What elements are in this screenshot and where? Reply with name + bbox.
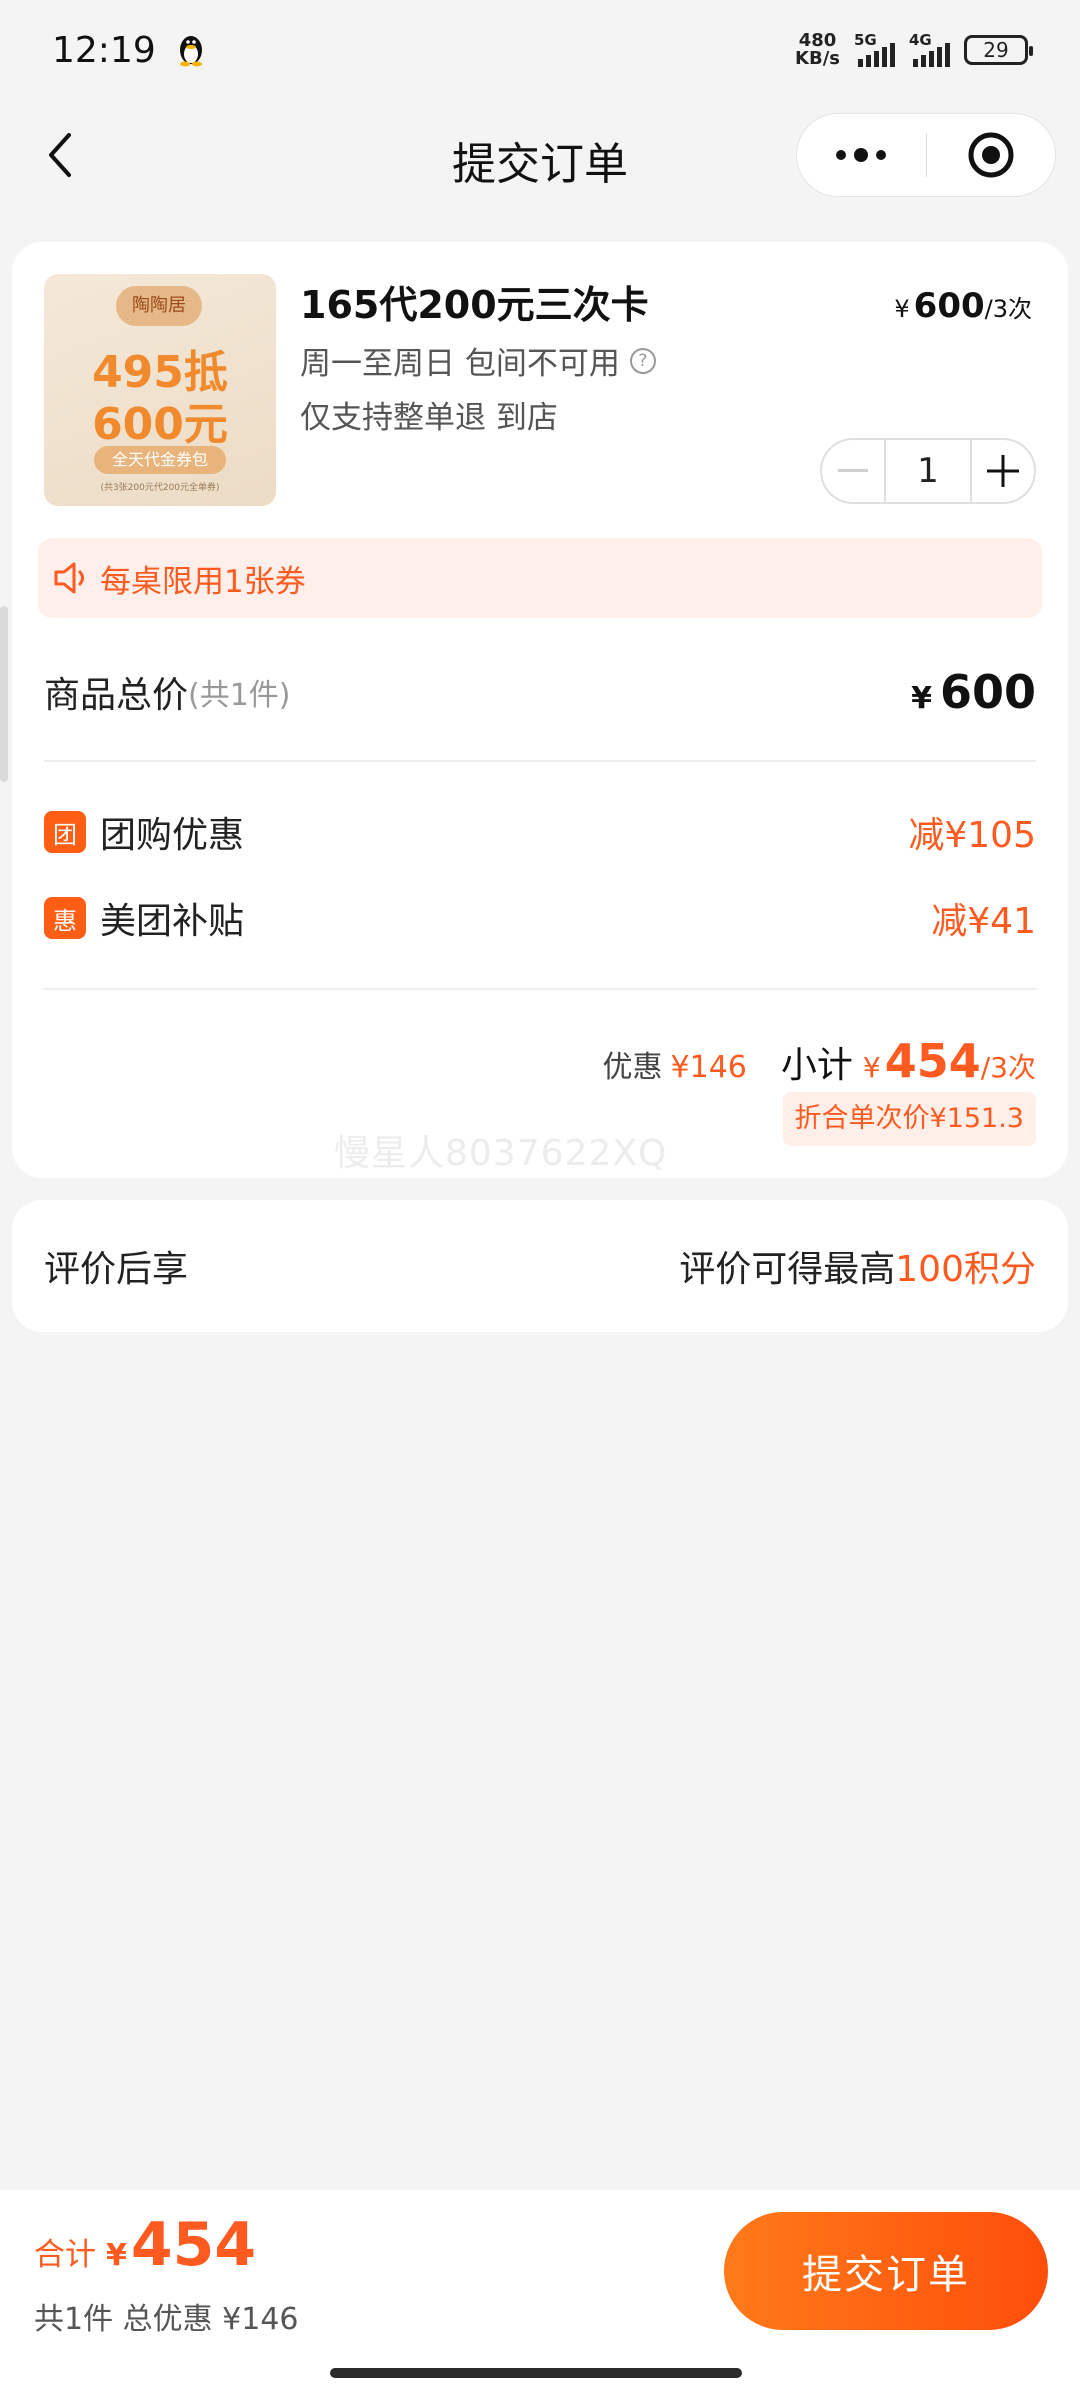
target-circle-icon bbox=[968, 132, 1014, 178]
speaker-icon bbox=[54, 562, 84, 594]
more-dots-icon bbox=[836, 148, 887, 162]
unit-price-value: 600 bbox=[913, 286, 985, 326]
discount-row: 惠 美团补贴 减¥41 bbox=[44, 888, 1036, 948]
savings-label: 优惠 bbox=[602, 1050, 663, 1085]
product-image[interactable]: 陶陶居 495抵 600元 全天代金券包 (共3张200元代200元全单券) bbox=[44, 274, 276, 506]
subtotal-line: 优惠 ¥146 小计 ¥ 454 /3次 bbox=[603, 1034, 1036, 1088]
order-card: 陶陶居 495抵 600元 全天代金券包 (共3张200元代200元全单券) 1… bbox=[12, 242, 1068, 1178]
unit-price-suffix: /3次 bbox=[984, 295, 1032, 323]
goods-total-count: (共1件) bbox=[188, 678, 291, 713]
user-watermark: 慢星人8037622XQ bbox=[334, 1133, 668, 1174]
total-sum: 合计 ¥ 454 bbox=[34, 2210, 256, 2280]
total-sum-currency: ¥ bbox=[106, 2238, 127, 2273]
qq-penguin-icon bbox=[179, 36, 202, 67]
product-usage-text: 周一至周日 包间不可用 bbox=[300, 346, 620, 382]
group-buy-badge-icon: 团 bbox=[44, 811, 86, 853]
decrease-quantity-button[interactable] bbox=[822, 440, 884, 502]
discount-amount: 减¥105 bbox=[908, 815, 1036, 856]
product-image-line2: 600元 bbox=[92, 399, 228, 450]
subtotal-value: 454 bbox=[884, 1034, 981, 1088]
network-speed: 480 KB/s bbox=[795, 32, 840, 68]
product-image-pill: 全天代金券包 bbox=[94, 446, 226, 474]
divider bbox=[44, 988, 1036, 990]
minus-icon bbox=[838, 469, 868, 472]
total-sum-label: 合计 bbox=[34, 2237, 96, 2273]
product-usage-rule: 周一至周日 包间不可用 ? bbox=[300, 338, 656, 383]
total-detail: 共1件 总优惠 ¥146 bbox=[34, 2302, 299, 2337]
status-bar: 12:19 480 KB/s 5G 4G 29 bbox=[0, 0, 1080, 100]
review-reward-prefix: 评价可得最高 bbox=[679, 1249, 896, 1290]
savings-value: ¥146 bbox=[670, 1050, 747, 1085]
subsidy-badge-icon: 惠 bbox=[44, 897, 86, 939]
unit-price-currency: ¥ bbox=[894, 295, 910, 323]
subtotal-label: 小计 bbox=[780, 1045, 853, 1086]
signal-4g-icon: 4G bbox=[909, 31, 950, 67]
product-image-fine-print: (共3张200元代200元全单券) bbox=[100, 483, 220, 493]
mini-program-capsule bbox=[796, 113, 1056, 197]
home-indicator[interactable] bbox=[330, 2368, 742, 2378]
subtotal-currency: ¥ bbox=[862, 1051, 881, 1084]
subtotal-unit: /3次 bbox=[980, 1051, 1036, 1084]
close-mini-program-button[interactable] bbox=[927, 114, 1056, 196]
battery-icon: 29 bbox=[964, 35, 1033, 65]
notice-text: 每桌限用1张券 bbox=[100, 563, 306, 600]
goods-total-currency: ¥ bbox=[911, 681, 932, 716]
battery-level: 29 bbox=[983, 38, 1009, 62]
plus-icon bbox=[987, 455, 1019, 487]
signal-4g-label: 4G bbox=[909, 31, 932, 49]
divider bbox=[44, 760, 1036, 762]
discount-label: 美团补贴 bbox=[100, 901, 245, 942]
coupon-limit-notice: 每桌限用1张券 bbox=[38, 538, 1042, 618]
review-reward-text: 评价可得最高100积分 bbox=[679, 1240, 1036, 1292]
discount-amount: 减¥41 bbox=[931, 901, 1036, 942]
network-speed-unit: KB/s bbox=[795, 48, 840, 69]
goods-total-row: 商品总价 (共1件) ¥600 bbox=[44, 662, 1036, 722]
status-time: 12:19 bbox=[52, 29, 156, 71]
signal-5g-icon: 5G bbox=[854, 31, 895, 67]
quantity-stepper: 1 bbox=[820, 438, 1036, 504]
status-right: 480 KB/s 5G 4G 29 bbox=[795, 31, 1033, 68]
unit-price: ¥600/3次 bbox=[894, 286, 1032, 326]
review-label: 评价后享 bbox=[44, 1249, 189, 1290]
goods-total-label: 商品总价 bbox=[44, 675, 189, 716]
review-points: 100积分 bbox=[895, 1249, 1036, 1290]
discount-label: 团购优惠 bbox=[100, 815, 245, 856]
question-help-icon[interactable]: ? bbox=[629, 347, 656, 374]
more-button[interactable] bbox=[797, 114, 926, 196]
submit-order-button[interactable]: 提交订单 bbox=[724, 2212, 1048, 2330]
review-reward-card[interactable]: 评价后享 评价可得最高100积分 bbox=[12, 1200, 1068, 1332]
total-sum-value: 454 bbox=[130, 2210, 257, 2280]
product-image-seal: 陶陶居 bbox=[116, 286, 202, 326]
nav-bar: 提交订单 bbox=[0, 110, 1080, 200]
discount-row: 团 团购优惠 减¥105 bbox=[44, 802, 1036, 862]
signal-5g-label: 5G bbox=[854, 31, 877, 49]
per-use-price-badge: 折合单次价¥151.3 bbox=[782, 1092, 1036, 1146]
product-title: 165代200元三次卡 bbox=[300, 283, 649, 327]
product-refund-rule: 仅支持整单退 到店 bbox=[300, 400, 558, 436]
goods-total-value: 600 bbox=[939, 665, 1036, 719]
checkout-bar: 合计 ¥ 454 共1件 总优惠 ¥146 提交订单 bbox=[0, 2190, 1080, 2400]
scroll-indicator bbox=[0, 606, 8, 782]
increase-quantity-button[interactable] bbox=[972, 440, 1034, 502]
goods-total-price: ¥600 bbox=[911, 665, 1036, 719]
quantity-value[interactable]: 1 bbox=[884, 440, 972, 502]
